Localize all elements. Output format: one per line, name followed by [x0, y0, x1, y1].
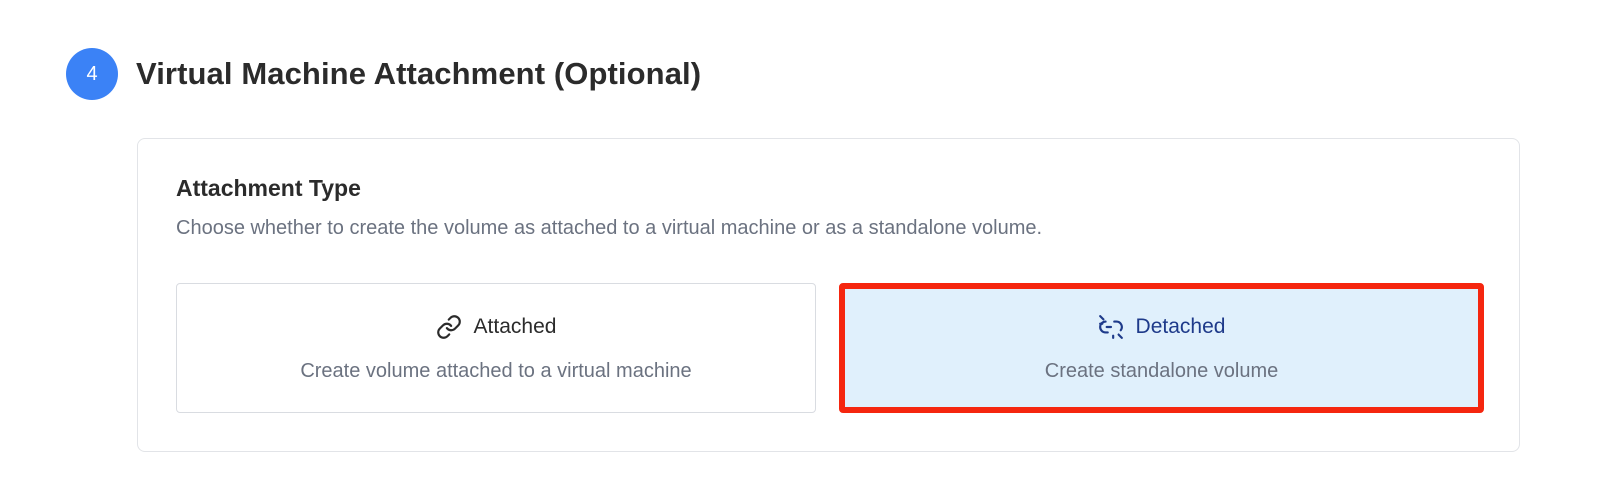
step-number-badge: 4: [66, 48, 118, 100]
page: 4 Virtual Machine Attachment (Optional) …: [0, 0, 1600, 479]
attachment-type-description: Choose whether to create the volume as a…: [176, 217, 1043, 239]
attached-option-description: Create volume attached to a virtual mach…: [300, 359, 692, 382]
detached-option[interactable]: Detached Create standalone volume: [839, 283, 1484, 413]
attached-option[interactable]: Attached Create volume attached to a vir…: [176, 283, 816, 413]
attached-option-header: Attached: [436, 314, 557, 340]
detached-option-header: Detached: [1098, 314, 1226, 340]
step-title: Virtual Machine Attachment (Optional): [136, 56, 702, 91]
link-icon: [436, 314, 461, 339]
attached-option-label: Attached: [473, 314, 557, 338]
attachment-type-title: Attachment Type: [176, 175, 361, 201]
detached-option-description: Create standalone volume: [1044, 359, 1279, 382]
unlink-icon: [1098, 314, 1123, 339]
detached-option-label: Detached: [1135, 314, 1226, 338]
attachment-type-card: Attachment Type Choose whether to create…: [137, 138, 1520, 452]
step-header: 4 Virtual Machine Attachment (Optional): [66, 48, 701, 100]
